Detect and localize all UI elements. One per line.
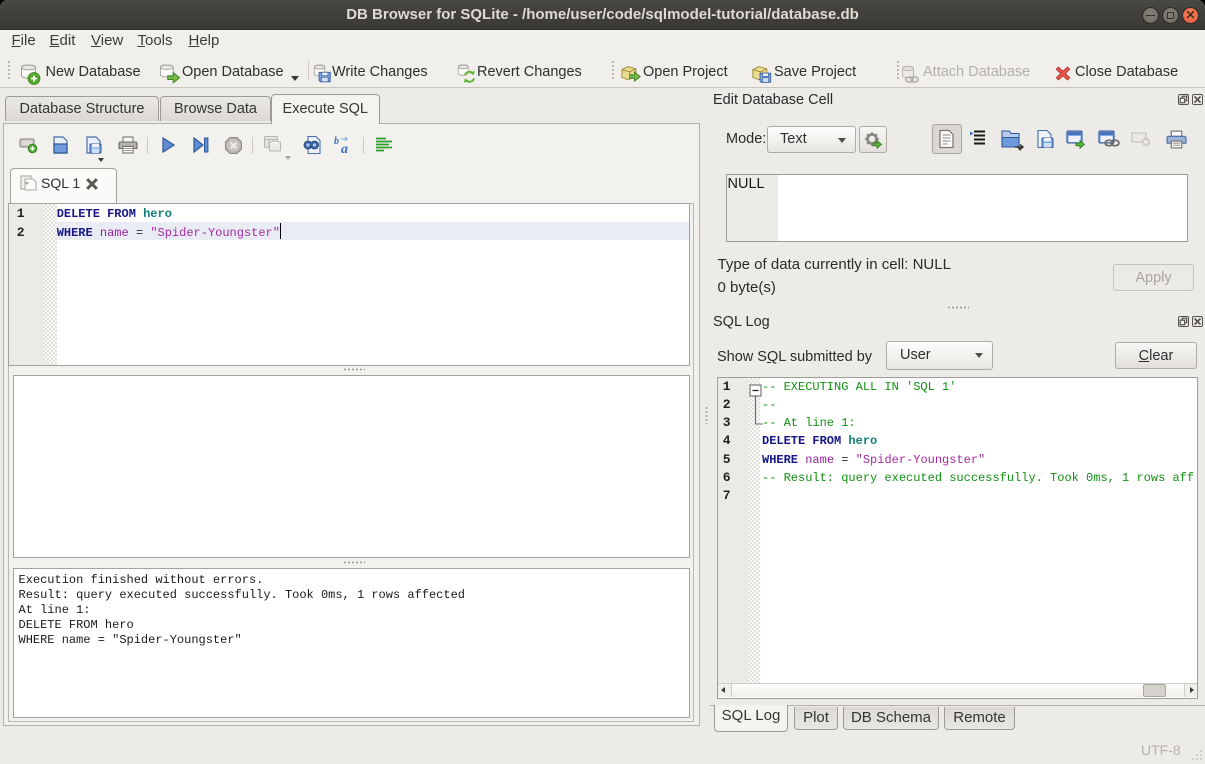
svg-text:a: a — [341, 142, 348, 155]
svg-text:b: b — [334, 136, 339, 147]
